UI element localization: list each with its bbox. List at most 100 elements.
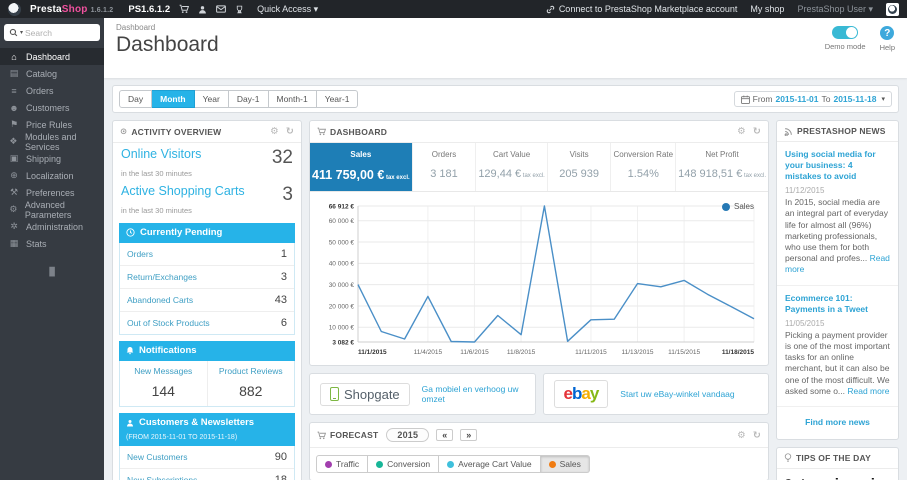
gear-icon[interactable]: ⚙ — [270, 126, 279, 137]
article-title[interactable]: Using social media for your business: 4 … — [785, 149, 890, 182]
sidebar-item-catalog[interactable]: ▤ Catalog — [0, 65, 104, 82]
user-menu[interactable]: PrestaShop User ▾ — [797, 4, 873, 15]
sidebar-item-label: Localization — [26, 170, 74, 181]
toggle-label: Conversion — [387, 459, 431, 469]
notification-product-reviews[interactable]: Product Reviews 882 — [208, 361, 295, 406]
sidebar-item-shipping[interactable]: ▣ Shipping — [0, 150, 104, 167]
sidebar-item-label: Customers — [26, 102, 70, 113]
filter-year-1-button[interactable]: Year-1 — [316, 90, 359, 108]
prestashop-logo[interactable] — [8, 2, 21, 16]
ebay-banner[interactable]: ebay Start uw eBay-winkel vandaag — [542, 373, 769, 415]
gear-icon[interactable]: ⚙ — [737, 126, 746, 137]
pending-row[interactable]: Orders 1 — [120, 243, 294, 266]
kpi-orders[interactable]: Orders 3 181 — [413, 143, 477, 191]
brand[interactable]: PrestaShop 1.6.1.2 — [30, 4, 113, 15]
pending-label: Abandoned Carts — [127, 295, 194, 305]
active-carts-value: 3 — [282, 184, 293, 205]
customers-label: New Customers — [127, 452, 188, 462]
pending-value: 6 — [280, 317, 287, 329]
forecast-toggle-conversion[interactable]: Conversion — [368, 455, 440, 473]
activity-overview-panel: ⊙ ACTIVITY OVERVIEW ⚙ ↻ Online Visitors 32… — [112, 120, 302, 480]
help-button[interactable]: ? Help — [880, 26, 895, 52]
sales-dot — [548, 460, 556, 468]
sidebar-item-preferences[interactable]: ⚒ Preferences — [0, 184, 104, 201]
user-avatar[interactable] — [886, 2, 899, 16]
kpi-cart-value[interactable]: Cart Value 129,44 € tax excl. — [476, 143, 548, 191]
sidebar-item-advanced-parameters[interactable]: ⚙ Advanced Parameters — [0, 200, 104, 220]
forecast-year[interactable]: 2015 — [386, 428, 430, 442]
read-more-link[interactable]: Read more — [847, 386, 889, 396]
notification-new-messages[interactable]: New Messages 144 — [120, 361, 208, 406]
news-panel-title: PRESTASHOP NEWS — [797, 126, 886, 136]
sidebar-menu: ⌂ Dashboard ▤ Catalog ≡ Orders ☻ Customers ⚑ Pric… — [0, 48, 104, 252]
kpi-sales[interactable]: Sales 411 759,00 € tax excl. — [310, 143, 413, 191]
pending-row[interactable]: Out of Stock Products 6 — [120, 312, 294, 334]
sidebar-item-orders[interactable]: ≡ Orders — [0, 82, 104, 99]
shopgate-banner[interactable]: Shopgate Ga mobiel en verhoog uw omzet — [309, 373, 536, 415]
refresh-icon[interactable]: ↻ — [753, 430, 761, 441]
find-more-news-link[interactable]: Find more news — [777, 407, 898, 439]
kpi-visits[interactable]: Visits 205 939 — [548, 143, 612, 191]
sidebar-item-customers[interactable]: ☻ Customers — [0, 99, 104, 116]
article-title[interactable]: Ecommerce 101: Payments in a Tweet — [785, 293, 890, 315]
my-shop-link[interactable]: My shop — [750, 4, 784, 14]
pending-row[interactable]: Abandoned Carts 43 — [120, 289, 294, 312]
forecast-toggle-average-cart-value[interactable]: Average Cart Value — [439, 455, 541, 473]
filter-month-1-button[interactable]: Month-1 — [268, 90, 317, 108]
breadcrumb[interactable]: Dashboard — [104, 18, 907, 32]
trophy-icon[interactable] — [235, 5, 244, 14]
prestashop-admin: PrestaShop 1.6.1.2 PS1.6.1.2 Quick Acces… — [0, 0, 907, 480]
kpi-net-profit[interactable]: Net Profit 148 918,51 € tax excl. — [676, 143, 768, 191]
refresh-icon[interactable]: ↻ — [286, 126, 294, 137]
forecast-toggle-sales[interactable]: Sales — [540, 455, 590, 473]
mail-icon[interactable] — [216, 5, 226, 13]
sidebar-item-modules-and-services[interactable]: ❖ Modules and Services — [0, 132, 104, 152]
customers-value: 18 — [274, 474, 287, 480]
dashboard-panel: DASHBOARD ⚙ ↻ Sales 411 759,00 € tax excl.… — [309, 120, 769, 366]
kpi-suffix: tax excl. — [384, 175, 410, 181]
search-scope-caret-icon[interactable]: ▾ — [20, 29, 23, 36]
shopgate-link[interactable]: Ga mobiel en verhoog uw omzet — [422, 384, 525, 404]
demo-mode-toggle[interactable]: Demo mode — [825, 26, 866, 52]
sidebar-item-localization[interactable]: ⊕ Localization — [0, 167, 104, 184]
marketplace-link[interactable]: Connect to PrestaShop Marketplace accoun… — [546, 4, 737, 14]
collapse-sidebar-icon[interactable]: ▐▌ — [0, 267, 104, 276]
active-carts-link[interactable]: Active Shopping Carts — [121, 184, 245, 198]
sidebar-item-price-rules[interactable]: ⚑ Price Rules — [0, 116, 104, 133]
forecast-toggle-traffic[interactable]: Traffic — [316, 455, 369, 473]
filter-month-button[interactable]: Month — [152, 90, 195, 108]
shop-name[interactable]: PS1.6.1.2 — [128, 4, 170, 15]
localization-icon: ⊕ — [10, 170, 18, 180]
gear-icon[interactable]: ⚙ — [737, 430, 746, 441]
orders-icon: ≡ — [11, 85, 17, 96]
customers-row[interactable]: New Subscriptions 18 — [120, 469, 294, 480]
user-icon[interactable] — [198, 5, 207, 14]
online-visitors-link[interactable]: Online Visitors — [121, 147, 201, 161]
filter-year-button[interactable]: Year — [194, 90, 229, 108]
search-input[interactable] — [25, 27, 84, 38]
sidebar-item-stats[interactable]: ▦ Stats — [0, 235, 104, 252]
average-cart-value-dot — [447, 460, 455, 468]
quick-access-menu[interactable]: Quick Access ▾ — [257, 4, 318, 15]
pending-row[interactable]: Return/Exchanges 3 — [120, 266, 294, 289]
date-range-picker[interactable]: From 2015-11-01 To 2015-11-18 ▾ — [733, 91, 892, 107]
sidebar-item-dashboard[interactable]: ⌂ Dashboard — [0, 48, 104, 65]
kpi-value: 411 759,00 € tax excl. — [312, 168, 410, 182]
customers-row[interactable]: New Customers 90 — [120, 446, 294, 469]
notifications-section: Notifications New Messages 144 Product Rev… — [119, 341, 295, 407]
ebay-link[interactable]: Start uw eBay-winkel vandaag — [620, 389, 734, 399]
filter-day-1-button[interactable]: Day-1 — [228, 90, 269, 108]
previous-year-button[interactable]: « — [436, 429, 454, 441]
sidebar-item-administration[interactable]: ✲ Administration — [0, 218, 104, 235]
kpi-conversion-rate[interactable]: Conversion Rate 1.54% — [611, 143, 677, 191]
read-more-link[interactable]: Read more — [785, 253, 890, 274]
filter-day-button[interactable]: Day — [119, 90, 153, 108]
svg-text:11/11/2015: 11/11/2015 — [575, 349, 607, 356]
stats-icon: ▦ — [9, 238, 19, 248]
refresh-icon[interactable]: ↻ — [753, 126, 761, 137]
next-year-button[interactable]: » — [460, 429, 478, 441]
clock-icon — [126, 228, 135, 237]
sales-legend-dot — [721, 202, 730, 211]
toggle-on-icon[interactable] — [832, 26, 859, 39]
cart-icon[interactable] — [179, 4, 190, 14]
